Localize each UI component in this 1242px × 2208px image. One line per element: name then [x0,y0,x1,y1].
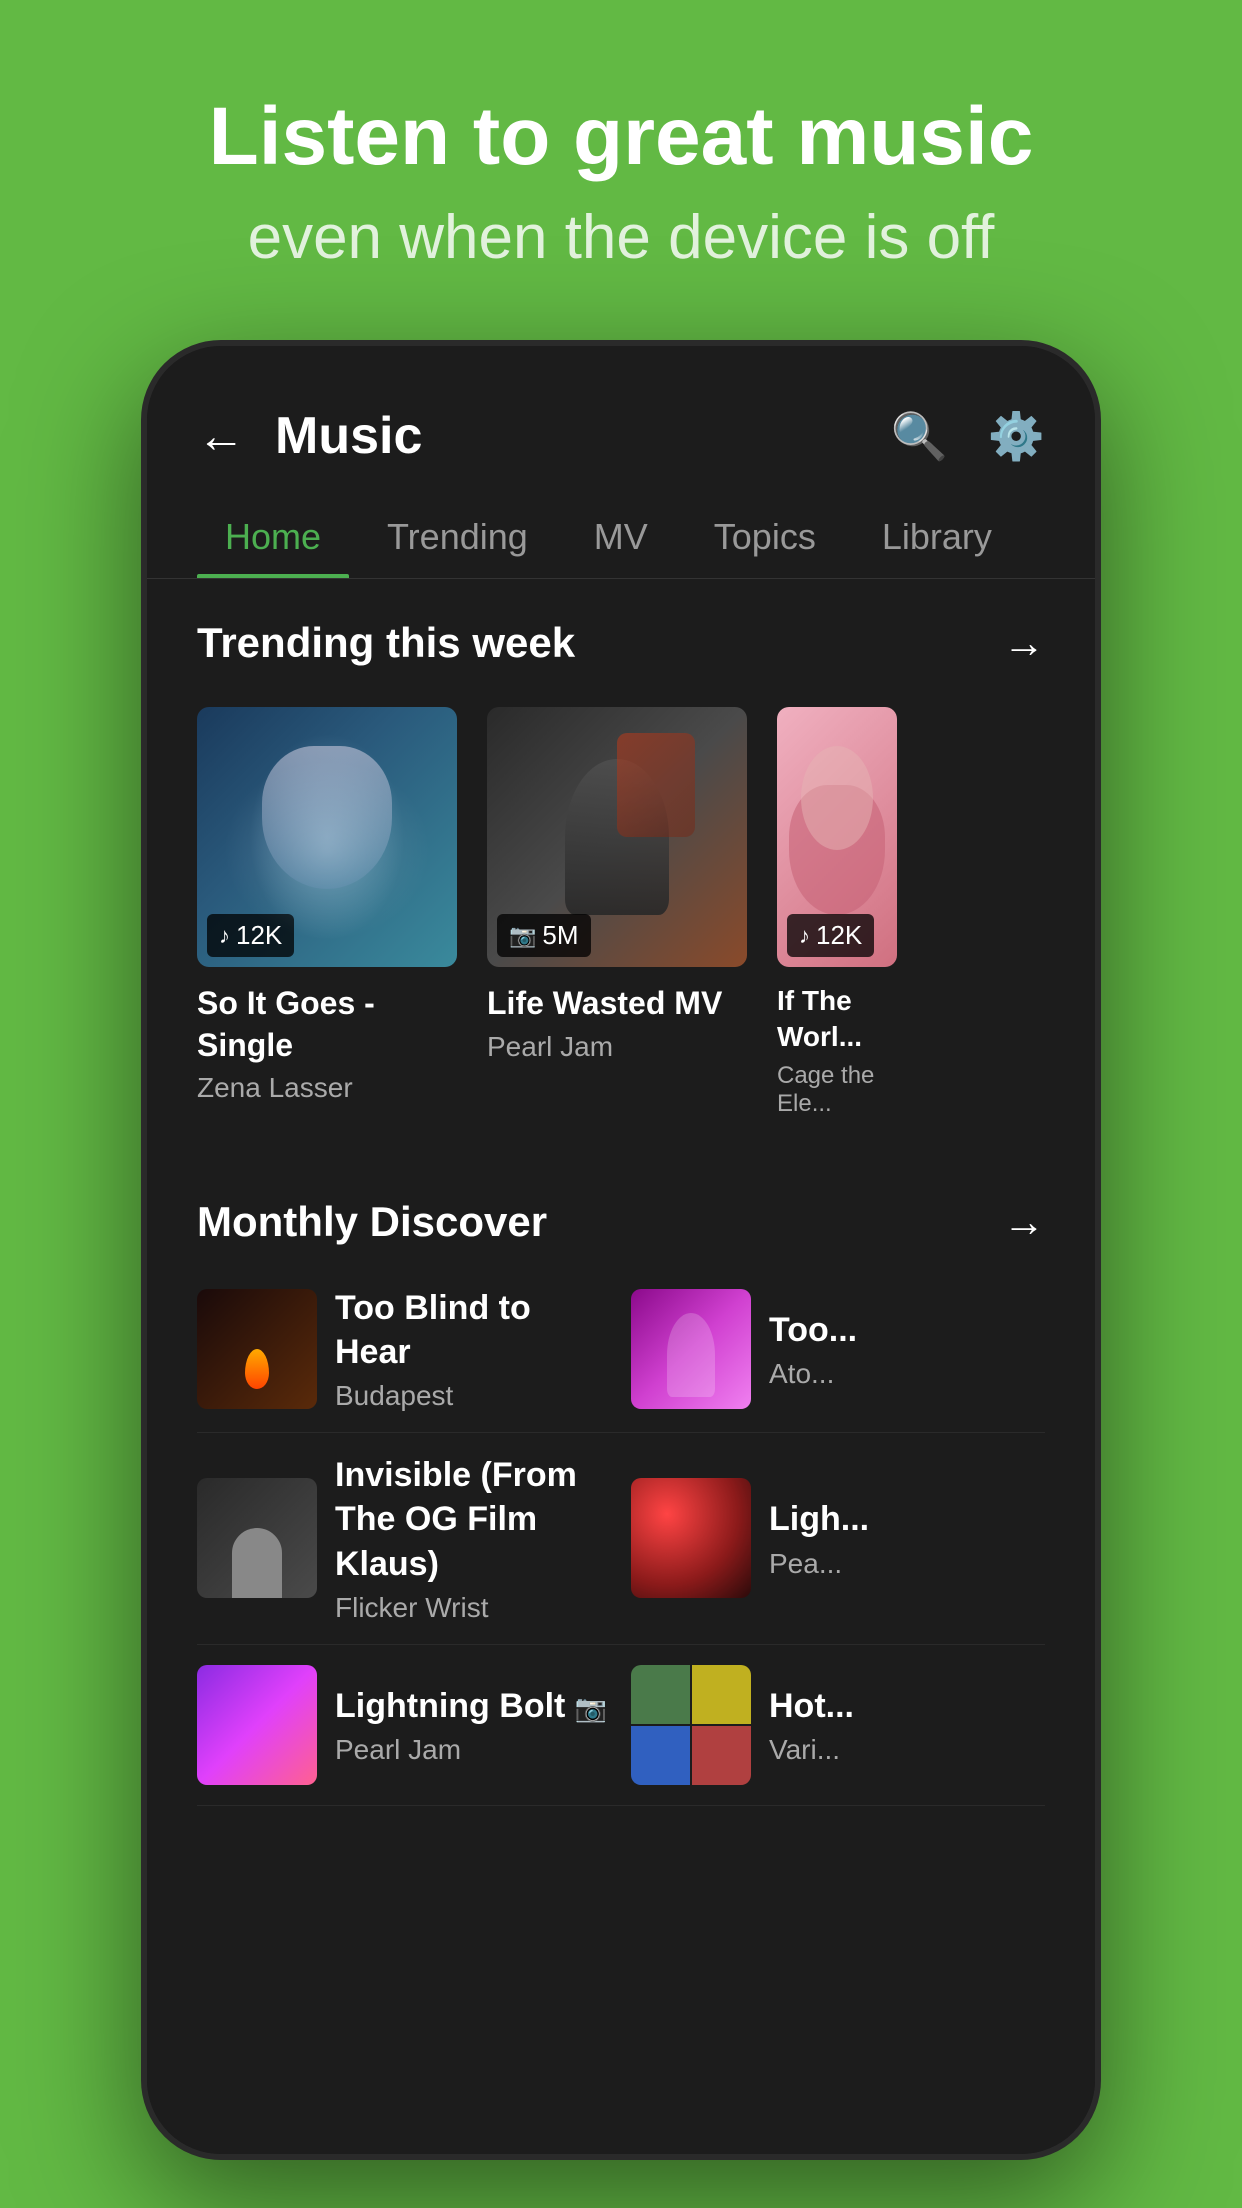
nav-tabs: Home Trending MV Topics Library [147,496,1095,579]
discover-col-1-left[interactable]: Too Blind to Hear Budapest [197,1286,611,1412]
card-1-title: So It Goes - Single [197,983,457,1066]
tab-topics[interactable]: Topics [686,496,844,578]
discover-title-invisible: Invisible (From The OG Film Klaus) [335,1453,611,1586]
discover-thumb-invisible [197,1478,317,1598]
discover-thumb-right-3 [631,1665,751,1785]
trending-card-img-2: 📷 5M [487,707,747,967]
discover-thumb-right-1 [631,1289,751,1409]
search-icon[interactable]: 🔍 [890,409,947,464]
discover-info-right-2: Ligh... Pea... [769,1497,1045,1579]
trending-section-header: Trending this week → [147,579,1095,687]
hero-title: Listen to great music [0,90,1242,184]
discover-info-right-3: Hot... Vari... [769,1684,1045,1766]
trending-card-1[interactable]: ♪ 12K So It Goes - Single Zena Lasser [197,707,457,1118]
tab-home[interactable]: Home [197,496,349,578]
discover-artist-right-3: Vari... [769,1734,1045,1766]
monthly-discover-arrow[interactable]: → [1003,1198,1045,1246]
trending-card-img-3: ♪ 12K [777,707,897,967]
card-1-badge: ♪ 12K [207,914,294,957]
tab-trending[interactable]: Trending [359,496,556,578]
discover-col-2-right[interactable]: Ligh... Pea... [631,1453,1045,1624]
discover-col-3-left[interactable]: Lightning Bolt 📷 Pearl Jam [197,1665,611,1785]
discover-artist-too-blind: Budapest [335,1380,611,1412]
top-action-icons: 🔍 ⚙️ [890,409,1045,464]
trending-arrow[interactable]: → [1003,619,1045,667]
card-2-artist: Pearl Jam [487,1031,747,1063]
discover-artist-right-2: Pea... [769,1548,1045,1580]
discover-thumb-too-blind [197,1289,317,1409]
discover-col-1-right[interactable]: Too... Ato... [631,1286,1045,1412]
mv-badge: 📷 [575,1692,607,1726]
back-button[interactable]: ← [197,409,245,464]
discover-row-2: Invisible (From The OG Film Klaus) Flick… [197,1433,1045,1645]
card-1-artist: Zena Lasser [197,1072,457,1104]
discover-thumb-right-2 [631,1478,751,1598]
discover-title-right-2: Ligh... [769,1497,1045,1541]
discover-info-lightning: Lightning Bolt 📷 Pearl Jam [335,1684,611,1766]
discover-info-invisible: Invisible (From The OG Film Klaus) Flick… [335,1453,611,1624]
app-title: Music [275,406,890,466]
trending-card-img-1: ♪ 12K [197,707,457,967]
discover-info-right-1: Too... Ato... [769,1308,1045,1390]
discover-thumb-lightning [197,1665,317,1785]
discover-info-too-blind: Too Blind to Hear Budapest [335,1286,611,1412]
card-3-badge: ♪ 12K [787,914,874,957]
discover-title-right-3: Hot... [769,1684,1045,1728]
tab-mv[interactable]: MV [566,496,676,578]
discover-list: Too Blind to Hear Budapest Too... [147,1266,1095,1806]
card-2-title: Life Wasted MV [487,983,747,1025]
tab-library[interactable]: Library [854,496,1020,578]
trending-card-2[interactable]: 📷 5M Life Wasted MV Pearl Jam [487,707,747,1118]
phone-screen: ← Music 🔍 ⚙️ Home Trending MV Topics Lib… [147,346,1095,2154]
phone-frame: ← Music 🔍 ⚙️ Home Trending MV Topics Lib… [141,340,1101,2160]
trending-card-3[interactable]: ♪ 12K If The Worl... Cage the Ele... [777,707,897,1118]
discover-title-too-blind: Too Blind to Hear [335,1286,611,1374]
monthly-discover-header: Monthly Discover → [147,1158,1095,1266]
card-2-badge: 📷 5M [497,914,591,957]
discover-artist-lightning: Pearl Jam [335,1734,611,1766]
card-3-title: If The Worl... [777,983,897,1056]
trending-title: Trending this week [197,619,575,667]
discover-row-3: Lightning Bolt 📷 Pearl Jam [197,1645,1045,1806]
hero-section: Listen to great music even when the devi… [0,90,1242,273]
discover-title-right-1: Too... [769,1308,1045,1352]
discover-artist-invisible: Flicker Wrist [335,1592,611,1624]
top-bar: ← Music 🔍 ⚙️ [147,346,1095,496]
content-area: Trending this week → ♪ 12K So It G [147,579,1095,2154]
hero-subtitle: even when the device is off [0,202,1242,273]
discover-artist-right-1: Ato... [769,1358,1045,1390]
discover-title-lightning: Lightning Bolt 📷 [335,1684,611,1728]
discover-col-3-right[interactable]: Hot... Vari... [631,1665,1045,1785]
discover-row-1: Too Blind to Hear Budapest Too... [197,1266,1045,1433]
settings-icon[interactable]: ⚙️ [988,409,1045,464]
trending-scroll: ♪ 12K So It Goes - Single Zena Lasser [147,687,1095,1158]
card-3-artist: Cage the Ele... [777,1062,897,1118]
discover-col-2-left[interactable]: Invisible (From The OG Film Klaus) Flick… [197,1453,611,1624]
monthly-discover-title: Monthly Discover [197,1198,547,1246]
